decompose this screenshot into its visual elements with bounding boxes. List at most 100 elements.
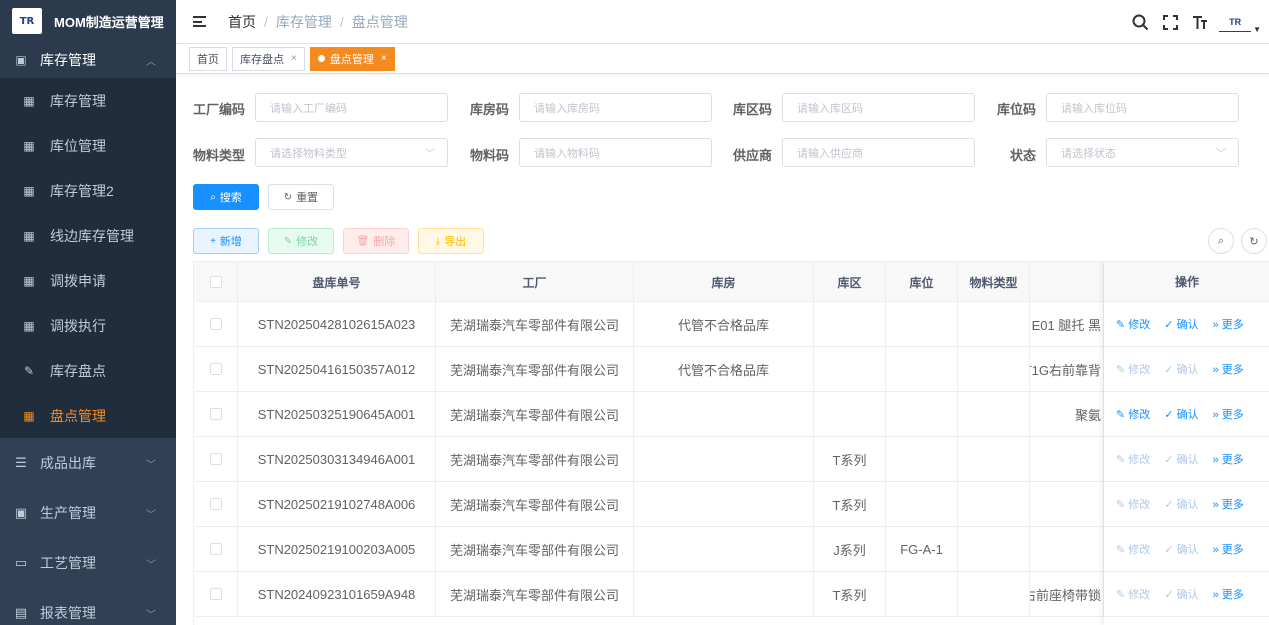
fullscreen-icon[interactable]	[1163, 14, 1179, 30]
col-header-material-type[interactable]: 物料类型	[958, 262, 1030, 302]
add-button-label: 新增	[219, 236, 242, 248]
row-confirm-link-label: 确认	[1176, 544, 1199, 556]
row-confirm-link[interactable]: ✓ 确认	[1164, 586, 1198, 602]
row-confirm-link[interactable]: ✓ 确认	[1164, 361, 1198, 377]
row-edit-link[interactable]: ✎ 修改	[1116, 451, 1150, 467]
select-all-checkbox[interactable]	[209, 276, 222, 288]
row-more-link[interactable]: » 更多	[1213, 586, 1244, 602]
row-edit-link[interactable]: ✎ 修改	[1116, 361, 1150, 377]
row-edit-link[interactable]: ✎ 修改	[1116, 541, 1150, 557]
tag-stocktake-mgmt[interactable]: 盘点管理 ×	[309, 46, 395, 71]
row-edit-link[interactable]: ✎ 修改	[1116, 496, 1150, 512]
row-checkbox[interactable]	[209, 318, 222, 330]
edit-icon: ✎	[283, 235, 293, 247]
col-header-location[interactable]: 库位	[886, 262, 958, 302]
area-input[interactable]: 请输入库区码	[782, 93, 975, 122]
font-size-icon[interactable]	[1192, 14, 1208, 30]
row-confirm-link[interactable]: ✓ 确认	[1164, 541, 1198, 557]
sidebar-item-transfer-exec[interactable]: ▦ 调拨执行	[0, 303, 176, 348]
material-type-select[interactable]: 请选择物料类型 ﹀	[255, 138, 448, 167]
supplier-input[interactable]: 请输入供应商	[782, 138, 975, 167]
refresh-button[interactable]: ↻	[1241, 228, 1267, 254]
delete-button[interactable]: 🗑 删除	[343, 228, 409, 254]
avatar[interactable]: TR	[1219, 12, 1252, 32]
row-more-link[interactable]: » 更多	[1213, 541, 1244, 557]
sidebar-item-lineside[interactable]: ▦ 线边库存管理	[0, 213, 176, 258]
hamburger-icon[interactable]	[193, 16, 206, 27]
sidebar-group-inventory[interactable]: ▣ 库存管理 ︿	[0, 42, 176, 78]
sidebar-group-report[interactable]: ▤ 报表管理 ﹀	[0, 588, 176, 625]
material-input[interactable]: 请输入物料码	[519, 138, 712, 167]
chevron-down-icon: ﹀	[146, 459, 156, 471]
row-checkbox[interactable]	[209, 588, 222, 600]
row-more-link[interactable]: » 更多	[1213, 361, 1244, 377]
sidebar-item-location[interactable]: ▦ 库位管理	[0, 123, 176, 168]
export-button[interactable]: ⤓ 导出	[418, 228, 484, 254]
cell-area	[814, 302, 886, 346]
factory-input[interactable]: 请输入工厂编码	[255, 93, 448, 122]
row-confirm-link[interactable]: ✓ 确认	[1164, 316, 1198, 332]
search-icon[interactable]	[1132, 14, 1149, 31]
row-more-link[interactable]: » 更多	[1213, 451, 1244, 467]
row-confirm-link[interactable]: ✓ 确认	[1164, 451, 1198, 467]
sidebar-item-label: 库存盘点	[50, 362, 106, 379]
sidebar-group-production[interactable]: ▣ 生产管理 ﹀	[0, 488, 176, 538]
breadcrumb-home[interactable]: 首页	[228, 12, 256, 32]
row-checkbox[interactable]	[209, 543, 222, 555]
row-more-link[interactable]: » 更多	[1213, 406, 1244, 422]
sidebar-item-inventory[interactable]: ▦ 库存管理	[0, 78, 176, 123]
reset-button[interactable]: ↻ 重置	[268, 184, 334, 210]
cell-area: T系列	[814, 437, 886, 481]
col-header-warehouse[interactable]: 库房	[634, 262, 814, 302]
edit-button[interactable]: ✎ 修改	[268, 228, 334, 254]
row-edit-link[interactable]: ✎ 修改	[1116, 316, 1150, 332]
breadcrumb-separator: /	[264, 13, 268, 30]
tag-home[interactable]: 首页	[189, 46, 227, 71]
warehouse-input[interactable]: 请输入库房码	[519, 93, 712, 122]
row-edit-link[interactable]: ✎ 修改	[1116, 406, 1150, 422]
col-header-factory[interactable]: 工厂	[436, 262, 634, 302]
cell-location	[886, 572, 958, 616]
sidebar-item-stocktake[interactable]: ✎ 库存盘点	[0, 348, 176, 393]
check-icon: ✓	[1164, 364, 1177, 376]
sidebar-item-label: 库存管理2	[50, 182, 114, 199]
app-logo[interactable]: TR MOM制造运营管理	[0, 0, 176, 42]
area-label: 库区码	[733, 102, 773, 117]
col-header-no[interactable]: 盘库单号	[238, 262, 436, 302]
close-icon[interactable]: ×	[291, 53, 297, 64]
row-checkbox[interactable]	[209, 363, 222, 375]
col-header-material[interactable]	[1030, 262, 1104, 302]
sidebar-group-outbound[interactable]: ☰ 成品出库 ﹀	[0, 438, 176, 488]
ops-cell: ✎ 修改 ✓ 确认 » 更多	[1104, 437, 1269, 482]
col-header-area[interactable]: 库区	[814, 262, 886, 302]
sidebar-item-inventory2[interactable]: ▦ 库存管理2	[0, 168, 176, 213]
sidebar-item-transfer-request[interactable]: ▦ 调拨申请	[0, 258, 176, 303]
close-icon[interactable]: ×	[381, 53, 387, 64]
navbar: 首页 / 库存管理 / 盘点管理 TR ▼	[176, 0, 1269, 44]
row-checkbox[interactable]	[209, 498, 222, 510]
row-checkbox[interactable]	[209, 453, 222, 465]
search-button[interactable]: ⌕ 搜索	[193, 184, 259, 210]
row-edit-link[interactable]: ✎ 修改	[1116, 586, 1150, 602]
cell-factory: 芜湖瑞泰汽车零部件有限公司	[436, 527, 634, 571]
sidebar-group-process[interactable]: ▭ 工艺管理 ﹀	[0, 538, 176, 588]
sidebar-item-stocktake-mgmt[interactable]: ▦ 盘点管理	[0, 393, 176, 438]
cell-material-type	[958, 437, 1030, 481]
add-button[interactable]: + 新增	[193, 228, 259, 254]
row-more-link[interactable]: » 更多	[1213, 316, 1244, 332]
row-select-cell	[194, 302, 238, 346]
table-icon: ▦	[23, 273, 35, 288]
caret-down-icon[interactable]: ▼	[1253, 25, 1261, 34]
toggle-search-button[interactable]: ⌕	[1208, 228, 1234, 254]
row-select-cell	[194, 572, 238, 616]
cell-warehouse	[634, 572, 814, 616]
row-confirm-link[interactable]: ✓ 确认	[1164, 496, 1198, 512]
tag-stocktake[interactable]: 库存盘点 ×	[232, 46, 305, 71]
sidebar-item-label: 盘点管理	[50, 407, 106, 424]
status-select[interactable]: 请选择状态 ﹀	[1046, 138, 1239, 167]
ops-fixed-column: 操作 ✎ 修改 ✓ 确认» 更多 ✎ 修改 ✓ 确认» 更多 ✎ 修改 ✓ 确认» 更多 ✎…	[1104, 262, 1269, 625]
row-more-link[interactable]: » 更多	[1213, 496, 1244, 512]
location-input[interactable]: 请输入库位码	[1046, 93, 1239, 122]
row-checkbox[interactable]	[209, 408, 222, 420]
row-confirm-link[interactable]: ✓ 确认	[1164, 406, 1198, 422]
